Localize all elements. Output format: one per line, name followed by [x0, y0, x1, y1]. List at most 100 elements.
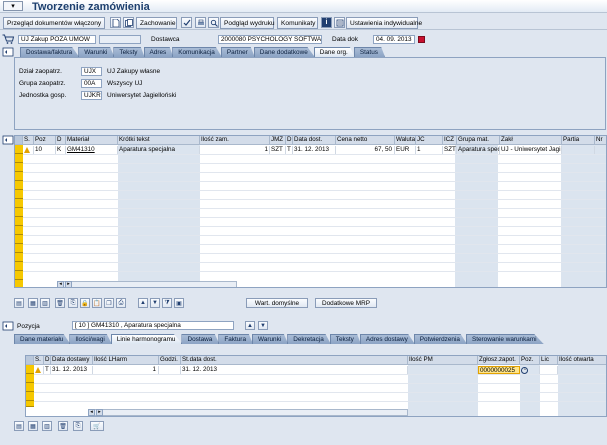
- value-help-icon[interactable]: ◔: [521, 367, 528, 374]
- sched-cell-stat-date[interactable]: 31. 12. 2013: [181, 366, 408, 374]
- tab-delivery[interactable]: Dostawa: [181, 334, 220, 344]
- sap-menu-icon[interactable]: ▾: [3, 1, 23, 11]
- cell-material-group[interactable]: Aparatura spec: [457, 146, 500, 154]
- layout-icon[interactable]: ▣: [174, 298, 184, 308]
- settings-icon[interactable]: [334, 17, 345, 28]
- personal-settings-button[interactable]: Ustawienia indywidualne: [346, 17, 422, 29]
- schedule-cart-icon[interactable]: 🛒: [90, 421, 104, 431]
- tab-quantities-weights[interactable]: Ilości/wagi: [69, 334, 112, 344]
- schedule-horizontal-scrollbar[interactable]: ◂ ▸: [88, 409, 408, 416]
- collapse-items-icon[interactable]: [2, 135, 14, 145]
- schedule-copy-icon[interactable]: ⎘: [73, 421, 83, 431]
- items-horizontal-scrollbar[interactable]: ◂ ▸: [57, 281, 237, 287]
- messages-button[interactable]: Komunikaty: [277, 17, 318, 29]
- tab-delivery-address[interactable]: Adres dostawy: [359, 334, 415, 344]
- cell-batch[interactable]: [562, 146, 595, 154]
- schedule-scroll-left-icon[interactable]: ◂: [88, 409, 95, 416]
- purch-org-field[interactable]: UJX: [81, 67, 102, 76]
- schedule-details-icon[interactable]: ▤: [14, 421, 24, 431]
- hold-button[interactable]: Zachowanie: [136, 17, 177, 29]
- print-icon[interactable]: ⎙: [116, 298, 126, 308]
- next-item-icon[interactable]: ▼: [258, 321, 268, 330]
- cell-material[interactable]: GM41310: [66, 146, 118, 154]
- delete-icon[interactable]: 🗑: [55, 298, 65, 308]
- cell-item[interactable]: 10: [34, 146, 56, 154]
- cell-acct[interactable]: K: [56, 146, 66, 154]
- cell-plant[interactable]: UJ - Uniwersytet Jagi: [500, 146, 562, 154]
- scroll-right-icon[interactable]: ▸: [65, 281, 72, 287]
- tab-condition-control[interactable]: Sterowanie warunkami: [465, 334, 544, 344]
- sched-cell-date-cat[interactable]: T: [44, 366, 51, 374]
- cell-uom[interactable]: SZT: [270, 146, 286, 154]
- other-document-icon[interactable]: [123, 17, 134, 28]
- printer-icon[interactable]: [195, 17, 206, 28]
- sort-ascending-icon[interactable]: ▲: [138, 298, 148, 308]
- item-select[interactable]: [ 10 ] GM41310 , Aparatura specjalna: [72, 321, 234, 330]
- new-document-icon[interactable]: [110, 17, 121, 28]
- row-selector-column[interactable]: [15, 145, 23, 287]
- cell-order-price-unit[interactable]: SZT: [443, 146, 457, 154]
- vendor-field[interactable]: 2000080 PSYCHOLOGY SOFTWARE: [218, 35, 322, 44]
- print-preview-icon[interactable]: [208, 17, 219, 28]
- collapse-header-icon[interactable]: [2, 47, 18, 57]
- sched-cell-gr-qty[interactable]: [408, 366, 478, 374]
- tab-communication[interactable]: Komunikacja: [172, 47, 222, 57]
- schedule-delete-icon[interactable]: 🗑: [58, 421, 68, 431]
- lock-icon[interactable]: 🔒: [80, 298, 90, 308]
- cell-short-text[interactable]: Aparatura specjalna: [118, 146, 200, 154]
- filter-icon[interactable]: ⧩: [162, 298, 172, 308]
- additional-planning-button[interactable]: Dodatkowe MRP: [315, 298, 377, 308]
- previous-item-icon[interactable]: ▲: [245, 321, 255, 330]
- tab-material-data[interactable]: Dane materiału: [14, 334, 71, 344]
- sched-cell-lic[interactable]: [540, 366, 558, 374]
- tab-status[interactable]: Status: [353, 47, 385, 57]
- schedule-scroll-right-icon[interactable]: ▸: [96, 409, 103, 416]
- tab-org-data[interactable]: Dane org.: [313, 47, 355, 57]
- company-code-field[interactable]: UJKR: [81, 91, 102, 100]
- select-all-icon[interactable]: [15, 136, 23, 145]
- cell-price-unit[interactable]: 1: [416, 146, 443, 154]
- select-all-rows-icon[interactable]: ▦: [28, 298, 38, 308]
- sched-cell-open-qty[interactable]: [558, 366, 606, 374]
- tab-account-assignment[interactable]: Dekretacja: [287, 334, 331, 344]
- tab-additional-data[interactable]: Dane dodatkowe: [253, 47, 315, 57]
- collapse-item-detail-icon[interactable]: [2, 321, 14, 331]
- cell-net-price[interactable]: 67, 50: [336, 146, 395, 154]
- cell-quantity[interactable]: 1: [200, 146, 270, 154]
- scroll-left-icon[interactable]: ◂: [57, 281, 64, 287]
- document-type-select[interactable]: UJ Zakup POZA UMOW: [18, 35, 96, 44]
- copy-icon[interactable]: ⎘: [68, 298, 78, 308]
- tab-texts[interactable]: Teksty: [113, 47, 145, 57]
- schedule-row-selector[interactable]: [26, 365, 34, 407]
- info-icon[interactable]: i: [321, 17, 332, 28]
- tab-delivery-invoice[interactable]: Dostawa/faktura: [20, 47, 80, 57]
- sched-cell-requisition[interactable]: 0000000025: [478, 366, 520, 374]
- purch-group-field[interactable]: 00A: [81, 79, 102, 88]
- sched-cell-quantity[interactable]: 1: [93, 366, 159, 374]
- tab-item-conditions[interactable]: Warunki: [252, 334, 289, 344]
- paste-icon[interactable]: 📋: [92, 298, 102, 308]
- schedule-deselect-icon[interactable]: ▥: [42, 421, 52, 431]
- duplicate-icon[interactable]: ❐: [104, 298, 114, 308]
- default-values-button[interactable]: Wart. domyślne: [246, 298, 308, 308]
- document-overview-button[interactable]: Przegląd dokumentów włączony: [3, 17, 105, 29]
- sched-cell-delivery-date[interactable]: 31. 12. 2013: [51, 366, 93, 374]
- check-icon[interactable]: [181, 17, 192, 28]
- deselect-rows-icon[interactable]: ▥: [40, 298, 50, 308]
- details-icon[interactable]: ▤: [14, 298, 24, 308]
- tab-invoice[interactable]: Faktura: [218, 334, 253, 344]
- tab-address[interactable]: Adres: [143, 47, 174, 57]
- tab-conditions[interactable]: Warunki: [78, 47, 115, 57]
- schedule-select-all-icon[interactable]: [26, 356, 34, 365]
- sched-cell-time[interactable]: [159, 366, 181, 374]
- tab-schedule-lines[interactable]: Linie harmonogramu: [110, 334, 183, 344]
- sort-descending-icon[interactable]: ▼: [150, 298, 160, 308]
- cell-delivery-date[interactable]: 31. 12. 2013: [293, 146, 336, 154]
- cell-currency[interactable]: EUR: [395, 146, 416, 154]
- print-preview-button[interactable]: Podgląd wydruku: [220, 17, 275, 29]
- sched-cell-req-item[interactable]: ◔: [520, 366, 540, 374]
- schedule-select-all-button-icon[interactable]: ▦: [28, 421, 38, 431]
- cell-date-cat[interactable]: T: [286, 146, 293, 154]
- tab-confirmations[interactable]: Potwierdzenia: [413, 334, 467, 344]
- tab-item-texts[interactable]: Teksty: [329, 334, 361, 344]
